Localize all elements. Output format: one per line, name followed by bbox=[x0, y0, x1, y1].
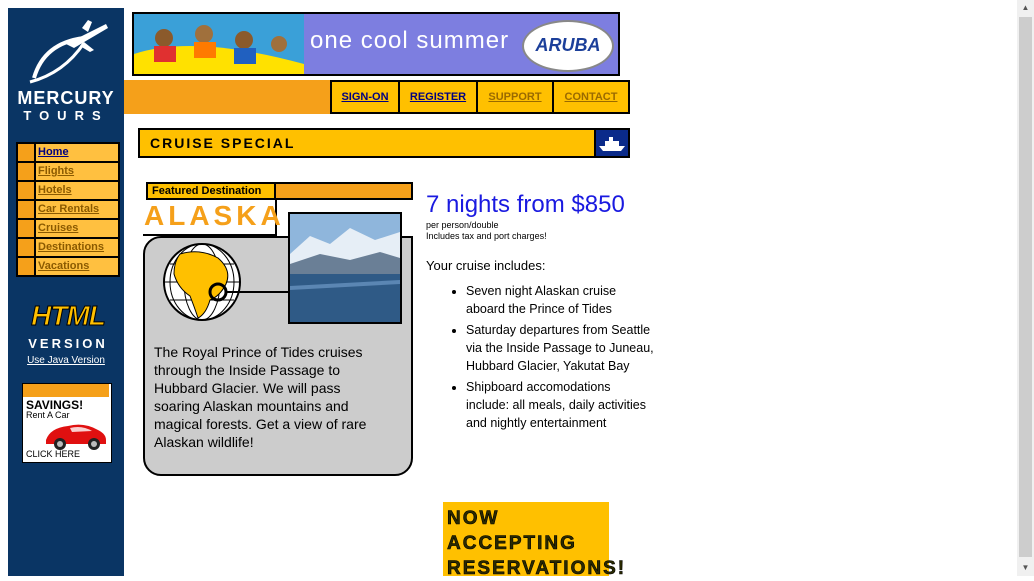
nav-link-car-rentals[interactable]: Car Rentals bbox=[38, 203, 99, 215]
sidebar-nav: Home Flights Hotels Car Rentals Cruises … bbox=[16, 142, 120, 277]
nav-link-flights[interactable]: Flights bbox=[38, 165, 74, 177]
includes-list: Seven night Alaskan cruise aboard the Pr… bbox=[440, 282, 656, 435]
nav-link-cruises[interactable]: Cruises bbox=[38, 222, 78, 234]
ad-top-bar bbox=[23, 384, 109, 397]
support-button[interactable]: SUPPORT bbox=[476, 80, 554, 114]
featured-tab-bar bbox=[276, 182, 413, 200]
globe-icon bbox=[163, 243, 290, 321]
sidebar-item-home: Home bbox=[18, 144, 118, 161]
logo-name: MERCURY bbox=[17, 88, 115, 108]
html-badge-version: VERSION bbox=[28, 336, 108, 351]
featured-description: The Royal Prince of Tides cruises throug… bbox=[154, 344, 367, 450]
reservations-line-1: NOW bbox=[447, 508, 500, 530]
scroll-up-arrow-icon[interactable]: ▲ bbox=[1017, 0, 1034, 16]
sidebar-item-cruises: Cruises bbox=[18, 220, 118, 237]
register-button[interactable]: REGISTER bbox=[398, 80, 478, 114]
nav-square-icon bbox=[18, 258, 34, 275]
nav-square-icon bbox=[18, 220, 34, 237]
sidebar-item-car-rentals: Car Rentals bbox=[18, 201, 118, 218]
list-item: Shipboard accomodations include: all mea… bbox=[466, 378, 656, 432]
nav-link-destinations[interactable]: Destinations bbox=[38, 241, 104, 253]
ship-icon-box bbox=[594, 128, 630, 158]
sidebar-item-destinations: Destinations bbox=[18, 239, 118, 256]
html-badge-title: HTML bbox=[31, 300, 107, 332]
nav-square-icon bbox=[18, 201, 34, 218]
list-item: Saturday departures from Seattle via the… bbox=[466, 321, 656, 375]
includes-heading: Your cruise includes: bbox=[426, 258, 546, 273]
nav-link-vacations[interactable]: Vacations bbox=[38, 260, 89, 272]
nav-link-hotels[interactable]: Hotels bbox=[38, 184, 72, 196]
nav-square-icon bbox=[18, 144, 34, 161]
offer-price: 7 nights from $850 bbox=[426, 191, 625, 218]
destination-name: ALASKA bbox=[144, 200, 285, 231]
ad-click-text: CLICK HERE bbox=[26, 449, 81, 459]
nav-square-icon bbox=[18, 239, 34, 256]
sidebar-item-vacations: Vacations bbox=[18, 258, 118, 275]
list-item: Seven night Alaskan cruise aboard the Pr… bbox=[466, 282, 656, 318]
sign-on-link[interactable]: SIGN-ON bbox=[341, 91, 388, 103]
contact-link[interactable]: CONTACT bbox=[565, 91, 618, 103]
scrollbar-thumb[interactable] bbox=[1019, 17, 1032, 557]
reservations-text: NOW ACCEPTING RESERVATIONS! bbox=[447, 506, 626, 581]
banner-text: one cool summer bbox=[310, 27, 510, 54]
contact-button[interactable]: CONTACT bbox=[552, 80, 630, 114]
ship-icon bbox=[599, 137, 625, 151]
sidebar-item-hotels: Hotels bbox=[18, 182, 118, 199]
offer-per: per person/double bbox=[426, 220, 499, 230]
sign-on-button[interactable]: SIGN-ON bbox=[330, 80, 400, 114]
red-car-icon bbox=[46, 424, 106, 450]
nav-square-icon bbox=[18, 182, 34, 199]
java-version-link[interactable]: Use Java Version bbox=[8, 355, 124, 366]
reservations-line-2: ACCEPTING bbox=[447, 533, 577, 555]
section-title: CRUISE SPECIAL bbox=[138, 128, 596, 158]
logo-subtitle: TOURS bbox=[23, 108, 109, 123]
register-link[interactable]: REGISTER bbox=[410, 91, 466, 103]
sidebar-item-flights: Flights bbox=[18, 163, 118, 180]
alaska-photo bbox=[288, 212, 402, 324]
nav-square-icon bbox=[18, 163, 34, 180]
aruba-brand-text: ARUBA bbox=[535, 35, 601, 55]
featured-tab: Featured Destination bbox=[146, 182, 276, 200]
nav-link-home[interactable]: Home bbox=[38, 146, 69, 158]
reservations-line-3: RESERVATIONS! bbox=[447, 558, 627, 580]
banner-photo-icon bbox=[134, 14, 304, 74]
offer-tax-note: Includes tax and port charges! bbox=[426, 231, 547, 241]
mountain-landscape-icon bbox=[290, 214, 400, 322]
support-link[interactable]: SUPPORT bbox=[488, 91, 541, 103]
scroll-down-arrow-icon[interactable]: ▼ bbox=[1017, 560, 1034, 576]
